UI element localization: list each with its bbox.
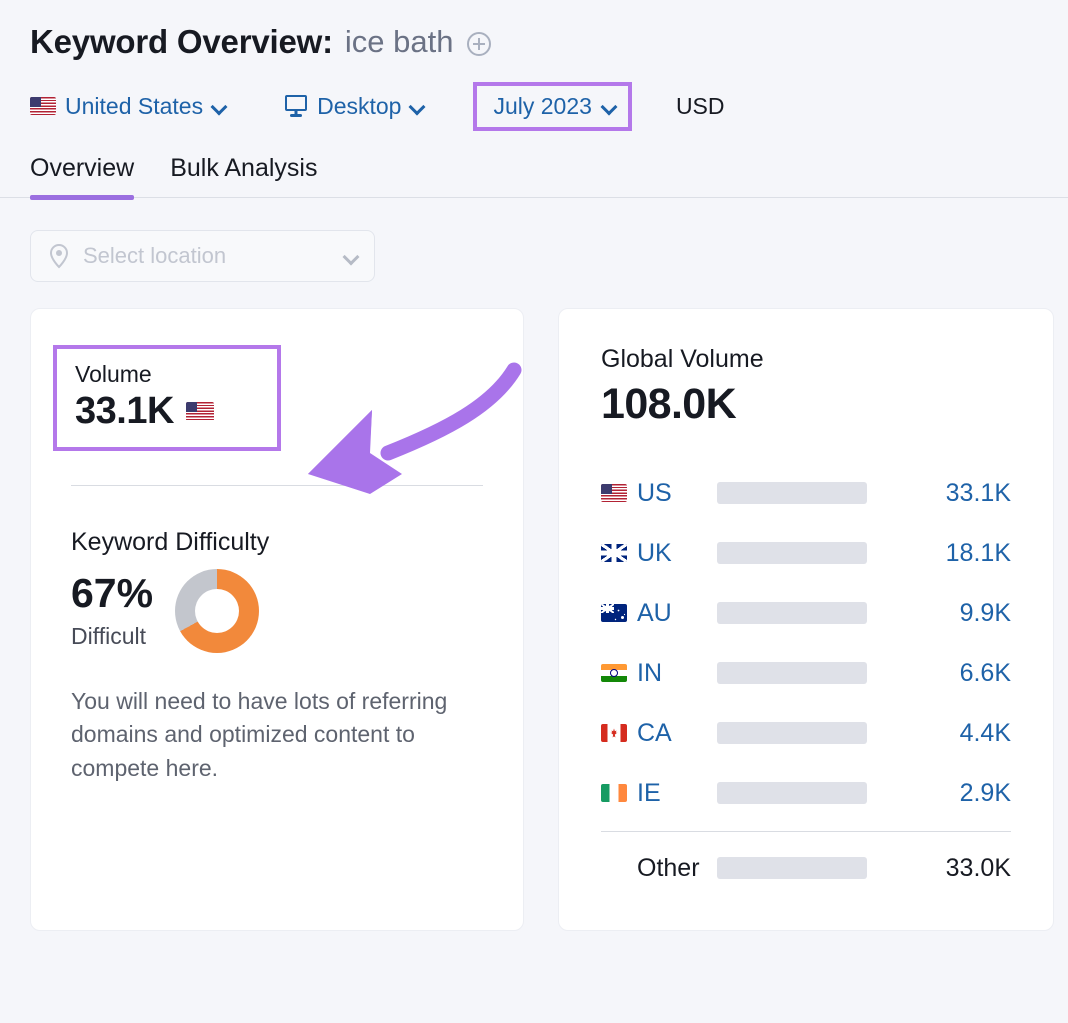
country-code: Other <box>637 853 700 882</box>
country-filter[interactable]: United States <box>30 93 226 120</box>
keyword-difficulty-metric: 67% Difficult <box>71 569 483 653</box>
global-volume-card: Global Volume 108.0K US 33.1K UK 18.1K AU 9.9… <box>558 308 1054 931</box>
tab-bulk-analysis[interactable]: Bulk Analysis <box>170 154 317 197</box>
global-volume-value: 108.0K <box>601 380 737 428</box>
us-flag-icon <box>185 402 214 421</box>
filter-bar: United States Desktop July 2023 USD <box>30 81 1068 131</box>
volume-bar-track <box>717 662 867 684</box>
device-filter[interactable]: Desktop <box>284 93 424 120</box>
uk-flag-icon <box>601 544 627 562</box>
date-filter[interactable]: July 2023 <box>473 81 632 131</box>
country-row[interactable]: US 33.1K <box>601 463 1011 523</box>
tab-overview[interactable]: Overview <box>30 154 135 200</box>
country-flag-wrapper <box>601 604 637 622</box>
country-volume-value[interactable]: 6.6K <box>867 659 1011 688</box>
location-select[interactable]: Select location <box>30 230 375 282</box>
country-flag-wrapper <box>601 484 637 502</box>
au-flag-icon <box>601 604 627 622</box>
country-row[interactable]: UK 18.1K <box>601 523 1011 583</box>
date-filter-label: July 2023 <box>493 92 592 119</box>
card-divider <box>71 485 483 486</box>
ca-flag-icon <box>601 724 627 742</box>
country-code[interactable]: AU <box>637 599 717 628</box>
global-volume-label: Global Volume <box>601 345 764 373</box>
country-volume-value[interactable]: 4.4K <box>867 719 1011 748</box>
country-volume-value[interactable]: 33.1K <box>867 479 1011 508</box>
volume-bar-track <box>717 542 867 564</box>
country-flag-wrapper <box>601 664 637 682</box>
kd-donut-chart <box>175 569 260 653</box>
volume-bar-track <box>717 722 867 744</box>
us-flag-icon <box>30 97 56 115</box>
ie-flag-icon <box>601 784 627 802</box>
country-volume-value[interactable]: 2.9K <box>867 779 1011 808</box>
chevron-down-icon <box>212 99 226 113</box>
location-select-placeholder: Select location <box>83 243 227 268</box>
country-flag-wrapper <box>601 784 637 802</box>
country-code[interactable]: IN <box>637 659 717 688</box>
page-title: Keyword Overview: ice bath <box>30 18 1068 66</box>
volume-bar-track <box>717 782 867 804</box>
country-code[interactable]: UK <box>637 539 717 568</box>
volume-difficulty-card: Volume 33.1K Keyword Difficulty 67% Diff… <box>30 308 524 931</box>
volume-bar-track <box>717 857 867 879</box>
country-row[interactable]: AU 9.9K <box>601 583 1011 643</box>
volume-label: Volume <box>75 361 152 387</box>
volume-metric: Volume 33.1K <box>53 345 281 451</box>
location-pin-icon <box>47 243 71 269</box>
plus-circle-icon[interactable] <box>467 31 492 56</box>
kd-percent-value: 67% <box>71 569 154 616</box>
us-flag-icon <box>601 484 627 502</box>
keyword-overview-page: Keyword Overview: ice bath United States… <box>0 0 1068 1023</box>
list-divider <box>601 831 1011 832</box>
kd-description: You will need to have lots of referring … <box>71 688 448 781</box>
country-filter-label: United States <box>65 92 204 119</box>
device-filter-label: Desktop <box>317 92 402 119</box>
country-flag-wrapper <box>601 724 637 742</box>
volume-value: 33.1K <box>75 390 174 432</box>
country-volume-value[interactable]: 18.1K <box>867 539 1011 568</box>
country-row-other: Other 33.0K <box>601 838 1011 898</box>
country-flag-wrapper <box>601 544 637 562</box>
country-code[interactable]: IE <box>637 779 717 808</box>
country-row[interactable]: IE 2.9K <box>601 763 1011 823</box>
keyword-difficulty-label: Keyword Difficulty <box>71 528 270 556</box>
chevron-down-icon <box>602 99 616 113</box>
country-code[interactable]: CA <box>637 719 717 748</box>
monitor-icon <box>284 95 308 117</box>
country-row[interactable]: CA 4.4K <box>601 703 1011 763</box>
country-row[interactable]: IN 6.6K <box>601 643 1011 703</box>
page-title-prefix: Keyword Overview: <box>30 23 333 60</box>
country-volume-list: US 33.1K UK 18.1K AU 9.9K IN 6.6K CA 4.4K IE 2.9K Ot… <box>601 463 1011 898</box>
chevron-down-icon <box>410 99 424 113</box>
kd-status-label: Difficult <box>71 623 146 650</box>
page-title-keyword: ice bath <box>344 24 454 59</box>
country-code[interactable]: US <box>637 479 717 508</box>
currency-label: USD <box>675 92 725 119</box>
volume-bar-track <box>717 602 867 624</box>
chevron-down-icon <box>344 249 358 263</box>
country-volume-value[interactable]: 9.9K <box>867 599 1011 628</box>
page-header: Keyword Overview: ice bath United States… <box>0 0 1068 131</box>
metrics-cards: Volume 33.1K Keyword Difficulty 67% Diff… <box>30 308 1068 931</box>
country-volume-value: 33.0K <box>945 853 1011 882</box>
in-flag-icon <box>601 664 627 682</box>
tab-bar: Overview Bulk Analysis <box>0 154 1068 200</box>
volume-bar-track <box>717 482 867 504</box>
